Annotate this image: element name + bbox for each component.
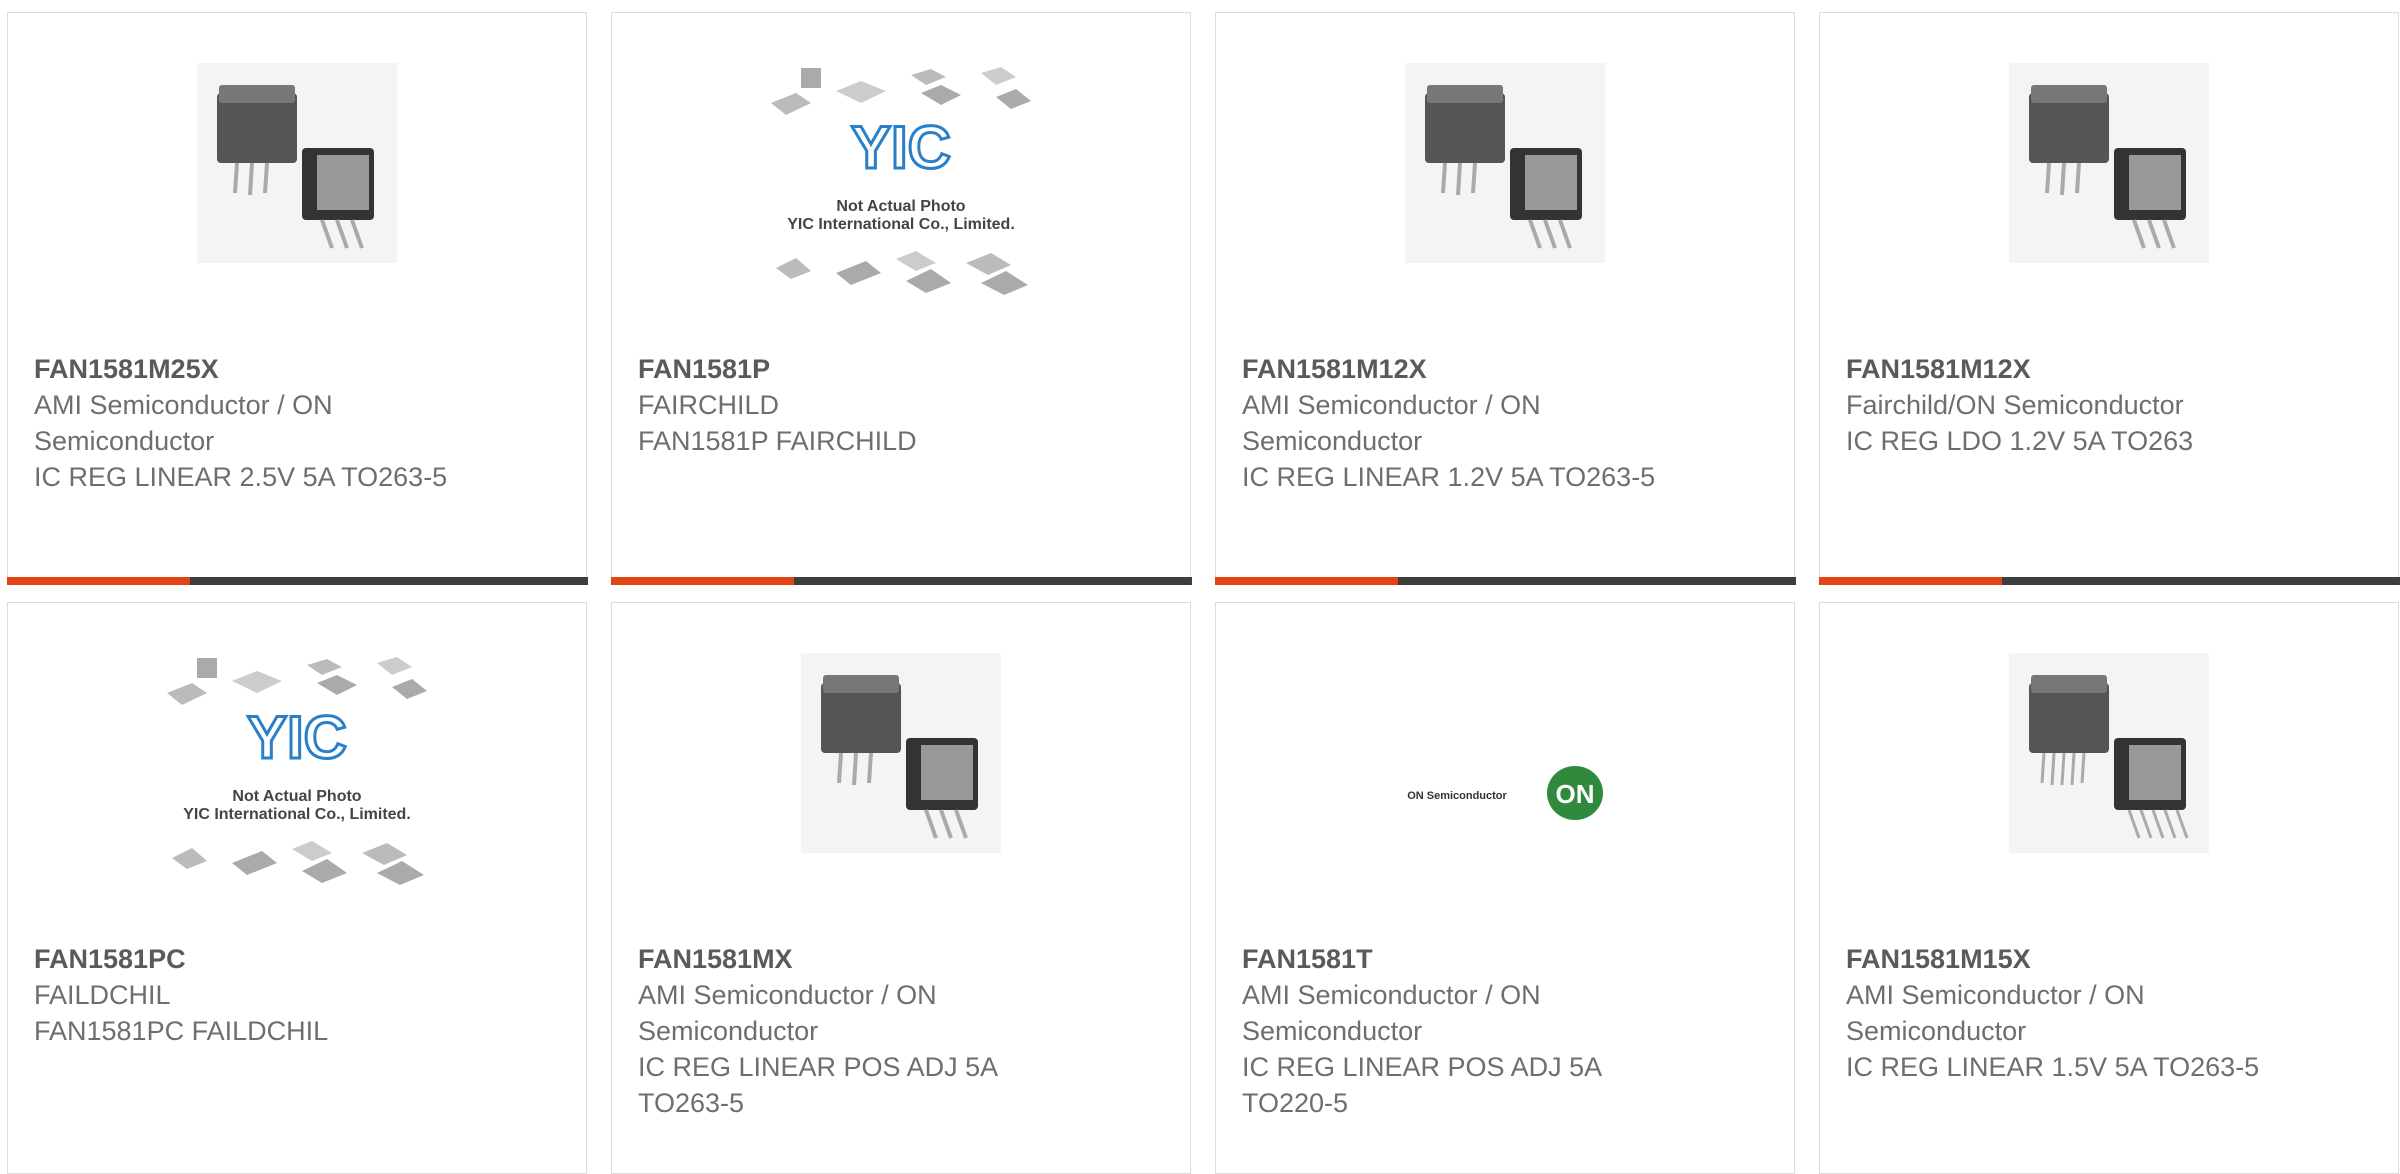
- product-image[interactable]: YIC Not Actual Photo YIC International C…: [8, 653, 586, 953]
- product-image[interactable]: YIC Not Actual Photo YIC International C…: [612, 63, 1190, 363]
- product-image[interactable]: [612, 653, 1190, 953]
- description: IC REG LINEAR POS ADJ 5A TO220-5: [1242, 1052, 1601, 1118]
- manufacturer: Fairchild/ON Semiconductor: [1846, 390, 2184, 420]
- placeholder-line2: YIC International Co., Limited.: [787, 216, 1015, 233]
- on-semiconductor-logo-icon: ON Semiconductor ON: [1407, 766, 1603, 820]
- product-card[interactable]: FAN1581M25X AMI Semiconductor / ON Semic…: [6, 12, 588, 585]
- placeholder-line1: Not Actual Photo: [836, 198, 965, 215]
- logo-mark: ON: [1556, 779, 1595, 809]
- description: IC REG LINEAR POS ADJ 5A TO263-5: [638, 1052, 997, 1118]
- product-image[interactable]: [8, 63, 586, 363]
- manufacturer: FAIRCHILD: [638, 390, 780, 420]
- description: IC REG LINEAR 2.5V 5A TO263-5: [34, 462, 448, 492]
- description: IC REG LDO 1.2V 5A TO263: [1846, 426, 2194, 456]
- product-card[interactable]: YIC Not Actual Photo YIC International C…: [7, 602, 587, 1174]
- yic-placeholder-icon: YIC Not Actual Photo YIC International C…: [167, 657, 427, 885]
- manufacturer: AMI Semiconductor / ON Semiconductor: [638, 980, 937, 1046]
- to263-package-icon: [1405, 63, 1605, 263]
- manufacturer: AMI Semiconductor / ON Semiconductor: [1242, 390, 1541, 456]
- part-number[interactable]: FAN1581M12X: [1242, 351, 1682, 387]
- part-number[interactable]: FAN1581M15X: [1846, 941, 2286, 977]
- product-card[interactable]: FAN1581MX AMI Semiconductor / ON Semicon…: [611, 602, 1191, 1174]
- description: FAN1581P FAIRCHILD: [638, 426, 917, 456]
- product-card[interactable]: FAN1581M15X AMI Semiconductor / ON Semic…: [1819, 602, 2399, 1174]
- card-bottom-bar: [1818, 576, 2400, 585]
- to263-package-icon: [2009, 653, 2209, 853]
- product-card[interactable]: FAN1581M12X AMI Semiconductor / ON Semic…: [1214, 12, 1796, 585]
- card-bottom-bar: [1214, 576, 1796, 585]
- product-grid: FAN1581M25X AMI Semiconductor / ON Semic…: [6, 12, 2400, 1174]
- product-image[interactable]: [1820, 63, 2398, 363]
- part-number[interactable]: FAN1581M25X: [34, 351, 474, 387]
- svg-text:YIC: YIC: [851, 114, 951, 181]
- manufacturer: FAILDCHIL: [34, 980, 171, 1010]
- to263-package-icon: [197, 63, 397, 263]
- placeholder-line2: YIC International Co., Limited.: [183, 806, 411, 823]
- to263-package-icon: [2009, 63, 2209, 263]
- part-number[interactable]: FAN1581T: [1242, 941, 1682, 977]
- product-image[interactable]: [1216, 63, 1794, 363]
- product-card[interactable]: YIC Not Actual Photo YIC International C…: [610, 12, 1192, 585]
- to263-package-icon: [801, 653, 1001, 853]
- placeholder-line1: Not Actual Photo: [232, 788, 361, 805]
- card-bottom-bar: [610, 576, 1192, 585]
- part-number[interactable]: FAN1581MX: [638, 941, 1078, 977]
- part-number[interactable]: FAN1581M12X: [1846, 351, 2286, 387]
- card-bottom-bar: [6, 576, 588, 585]
- svg-text:YIC: YIC: [247, 704, 347, 771]
- manufacturer: AMI Semiconductor / ON Semiconductor: [1242, 980, 1541, 1046]
- description: IC REG LINEAR 1.2V 5A TO263-5: [1242, 462, 1656, 492]
- part-number[interactable]: FAN1581PC: [34, 941, 474, 977]
- description: FAN1581PC FAILDCHIL: [34, 1016, 329, 1046]
- product-image[interactable]: ON Semiconductor ON: [1216, 653, 1794, 953]
- manufacturer: AMI Semiconductor / ON Semiconductor: [1846, 980, 2145, 1046]
- product-image[interactable]: [1820, 653, 2398, 953]
- description: IC REG LINEAR 1.5V 5A TO263-5: [1846, 1052, 2260, 1082]
- product-card[interactable]: ON Semiconductor ON FAN1581T AMI Semicon…: [1215, 602, 1795, 1174]
- logo-text: ON Semiconductor: [1407, 790, 1507, 802]
- manufacturer: AMI Semiconductor / ON Semiconductor: [34, 390, 333, 456]
- yic-placeholder-icon: YIC Not Actual Photo YIC International C…: [771, 67, 1031, 295]
- part-number[interactable]: FAN1581P: [638, 351, 1078, 387]
- product-card[interactable]: FAN1581M12X Fairchild/ON Semiconductor I…: [1818, 12, 2400, 585]
